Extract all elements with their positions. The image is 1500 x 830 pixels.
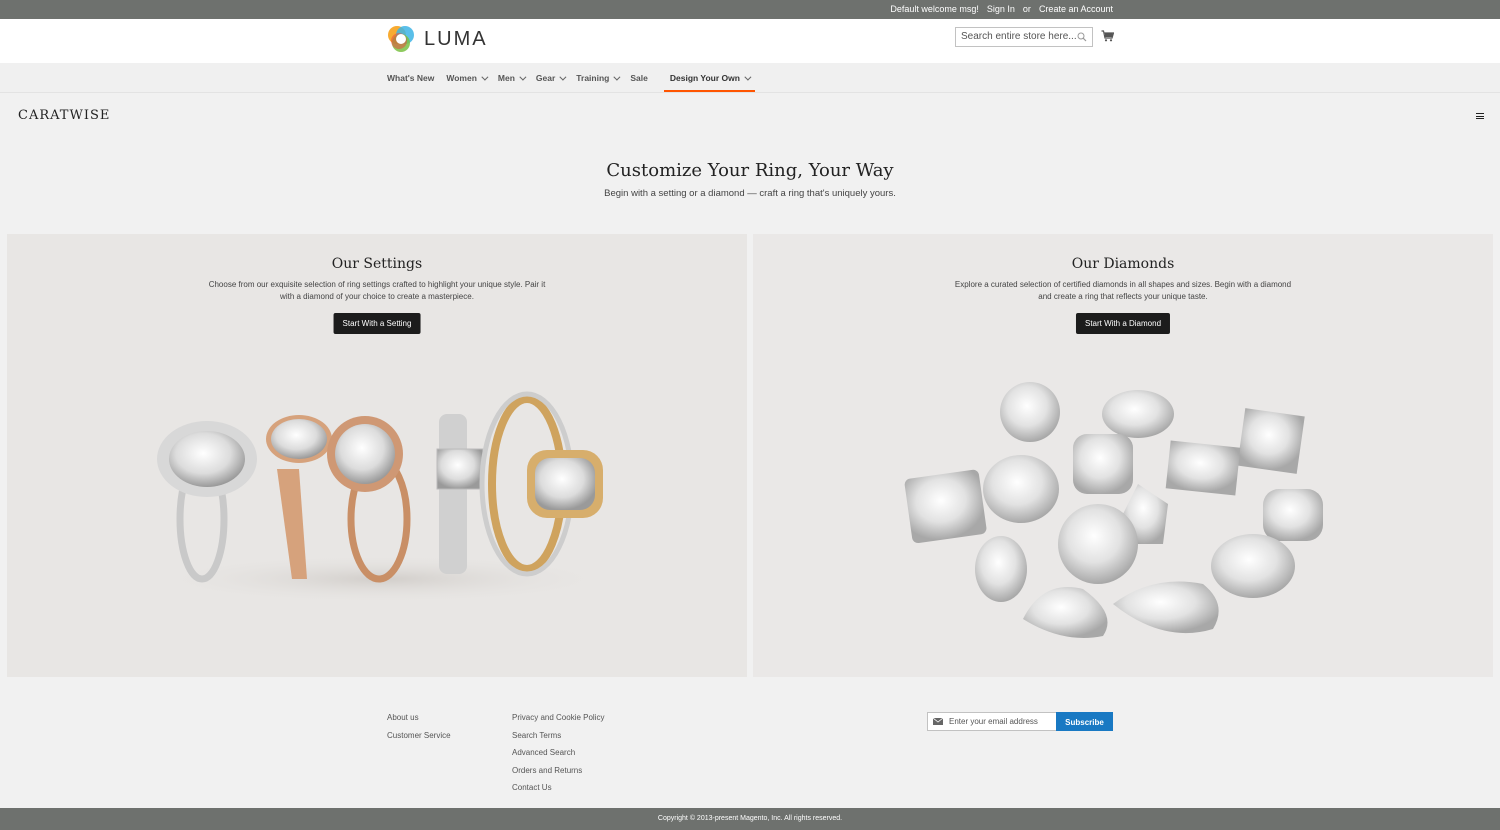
footer-link-orders-returns[interactable]: Orders and Returns [512,766,604,775]
nav-label: Women [446,73,477,83]
nav-label: Sale [630,73,648,83]
nav-item-design-your-own[interactable]: Design Your Own [663,63,761,93]
cart-icon[interactable] [1101,30,1114,42]
page-title: Customize Your Ring, Your Way [606,160,894,181]
diamonds-title: Our Diamonds [1071,256,1175,272]
luma-logo-icon [388,26,414,52]
diamonds-panel: Our Diamonds Explore a curated selection… [753,234,1493,677]
nav-item-sale[interactable]: Sale [630,63,670,93]
logo-text: LUMA [424,27,488,50]
search-input[interactable]: Search entire store here... [955,27,1093,47]
footer-links-col2: Privacy and Cookie Policy Search Terms A… [512,713,604,801]
nav-label: Training [576,73,610,83]
footer: About us Customer Service Privacy and Co… [0,700,1500,808]
nav-label: Design Your Own [669,73,740,83]
footer-links-col1: About us Customer Service [387,713,451,748]
nav-item-gear[interactable]: Gear [536,63,576,93]
footer-link-privacy[interactable]: Privacy and Cookie Policy [512,713,604,722]
search-placeholder: Search entire store here... [961,31,1077,42]
search-icon[interactable] [1077,32,1087,42]
nav-item-whats-new[interactable]: What's New [387,63,446,93]
main-navigation: What's New Women Men Gear Training Sale … [0,63,1500,93]
start-with-diamond-button[interactable]: Start With a Diamond [1075,313,1171,334]
newsletter-email-field[interactable]: Enter your email address [927,712,1057,731]
page-subtitle: Begin with a setting or a diamond — craf… [604,188,896,199]
footer-link-search-terms[interactable]: Search Terms [512,731,604,740]
footer-link-about[interactable]: About us [387,713,451,722]
chevron-down-icon [481,73,489,81]
footer-link-customer-service[interactable]: Customer Service [387,731,451,740]
footer-link-advanced-search[interactable]: Advanced Search [512,748,604,757]
settings-title: Our Settings [331,256,423,272]
subscribe-button[interactable]: Subscribe [1056,712,1113,731]
chevron-down-icon [744,73,752,81]
chevron-down-icon [559,73,567,81]
newsletter-placeholder: Enter your email address [949,717,1038,726]
nav-label: Gear [535,73,556,83]
nav-item-training[interactable]: Training [576,63,630,93]
welcome-message: Default welcome msg! [890,4,979,14]
start-with-setting-button[interactable]: Start With a Setting [333,313,421,334]
nav-label: Men [497,73,515,83]
hamburger-menu-icon[interactable] [1476,113,1484,119]
nav-item-men[interactable]: Men [498,63,536,93]
top-links: Default welcome msg! Sign In or Create a… [890,4,1113,14]
create-account-link[interactable]: Create an Account [1039,4,1113,14]
diamonds-description: Explore a curated selection of certified… [954,280,1292,301]
header: LUMA Search entire store here... [0,19,1500,63]
luma-logo[interactable]: LUMA [386,24,488,54]
copyright: Copyright © 2013-present Magento, Inc. A… [0,808,1500,830]
top-bar: Default welcome msg! Sign In or Create a… [0,0,1500,19]
nav-label: What's New [387,73,435,83]
envelope-icon [933,718,943,725]
footer-link-contact[interactable]: Contact Us [512,783,604,792]
chevron-down-icon [613,73,621,81]
sign-in-link[interactable]: Sign In [987,4,1015,14]
settings-panel: Our Settings Choose from our exquisite s… [7,234,747,677]
chevron-down-icon [519,73,527,81]
or-text: or [1022,4,1031,14]
nav-item-women[interactable]: Women [446,63,498,93]
caratwise-logo[interactable]: CARATWISE [18,108,110,123]
settings-description: Choose from our exquisite selection of r… [208,280,546,301]
